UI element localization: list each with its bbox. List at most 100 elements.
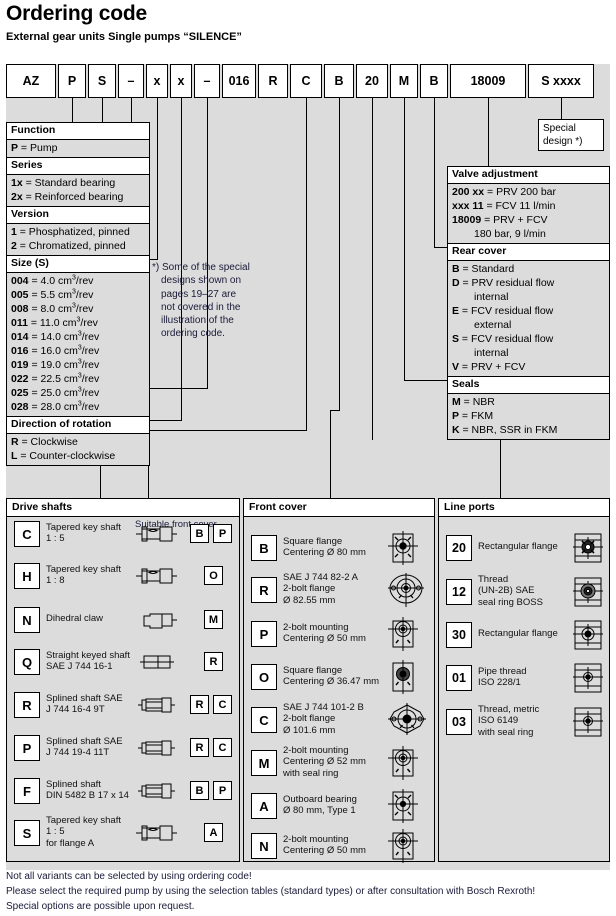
front-cover-code-C[interactable]: C xyxy=(251,707,277,733)
drive-shaft-desc-line: SAE J 744 16-1 xyxy=(46,661,113,672)
line-port-desc-20: Rectangular flange xyxy=(478,541,570,553)
suitable-cover-P[interactable]: P xyxy=(213,524,232,543)
front-cover-code-O[interactable]: O xyxy=(251,664,277,690)
line-port-desc-line: ISO 228/1 xyxy=(478,677,521,688)
panel-header-line-ports: Line ports xyxy=(439,499,609,517)
suitable-cover-R[interactable]: R xyxy=(204,652,223,671)
legend-row: P = Pump xyxy=(11,142,58,154)
front-cover-code-A[interactable]: A xyxy=(251,793,277,819)
splined-shaft-icon xyxy=(136,780,178,807)
front-cover-desc-line: Square flange xyxy=(283,664,343,676)
panel-header-front-cover: Front cover xyxy=(244,499,434,517)
drive-shaft-code-F[interactable]: F xyxy=(14,778,40,804)
suitable-cover-A[interactable]: A xyxy=(204,823,223,842)
drive-shaft-code-H[interactable]: H xyxy=(14,563,40,589)
suitable-cover-B[interactable]: B xyxy=(190,524,209,543)
drive-shaft-desc-line: DIN 5482 B 17 x 14 xyxy=(46,790,129,801)
code-box-1[interactable]: P xyxy=(58,64,86,98)
suitable-cover-B[interactable]: B xyxy=(190,781,209,800)
legend-body-direction-of-rotation: R = Clockwise L = Counter-clockwise xyxy=(7,434,149,465)
code-box-4[interactable]: x xyxy=(146,64,168,98)
front-cover-desc-line: Outboard bearing xyxy=(283,793,357,805)
drive-shaft-desc-Q: Straight keyed shaft SAE J 744 16-1 xyxy=(46,650,130,673)
line-port-code-12[interactable]: 12 xyxy=(446,579,472,605)
drive-shaft-code-C[interactable]: C xyxy=(14,521,40,547)
two-bolt-flange-icon xyxy=(388,573,424,612)
code-box-3[interactable]: – xyxy=(118,64,144,98)
splined-shaft-icon xyxy=(136,694,178,721)
rect-flange-target-icon xyxy=(573,619,603,656)
line-port-code-01[interactable]: 01 xyxy=(446,665,472,691)
drive-shaft-desc-line: for flange A xyxy=(46,837,95,849)
code-box-12[interactable]: M xyxy=(390,64,418,98)
suitable-cover-C[interactable]: C xyxy=(213,738,232,757)
drive-shaft-desc-R: Splined shaft SAE J 744 16-4 9T xyxy=(46,693,130,716)
front-cover-code-R[interactable]: R xyxy=(251,577,277,603)
footnote-text: *) Some of the special designs shown on pa… xyxy=(152,261,270,341)
front-cover-code-N[interactable]: N xyxy=(251,833,277,859)
legend-row: 2 = Chromatized, pinned xyxy=(11,240,126,252)
suitable-cover-C[interactable]: C xyxy=(213,695,232,714)
suitable-cover-P[interactable]: P xyxy=(213,781,232,800)
front-cover-code-P[interactable]: P xyxy=(251,621,277,647)
code-box-0[interactable]: AZ xyxy=(6,64,56,98)
code-box-8[interactable]: R xyxy=(258,64,288,98)
legend-row: L = Counter-clockwise xyxy=(11,450,116,462)
suitable-cover-R[interactable]: R xyxy=(190,738,209,757)
footer-line: Not all variants can be selected by usin… xyxy=(6,871,252,882)
outboard-bearing-icon xyxy=(388,789,418,828)
suitable-cover-M[interactable]: M xyxy=(204,610,223,629)
footnote-line: not covered in the xyxy=(161,301,241,313)
line-port-code-30[interactable]: 30 xyxy=(446,622,472,648)
code-box-15[interactable]: S xxxx xyxy=(528,64,594,98)
drive-shaft-code-R[interactable]: R xyxy=(14,692,40,718)
front-cover-desc-P: 2-bolt mounting Centering Ø 50 mm xyxy=(283,622,383,645)
special-design-line1: Special xyxy=(543,123,576,134)
legend-row: K = NBR, SSR in FKM xyxy=(452,424,558,436)
code-box-9[interactable]: C xyxy=(290,64,322,98)
code-box-2[interactable]: S xyxy=(88,64,116,98)
leader-line xyxy=(181,98,182,420)
front-cover-code-B[interactable]: B xyxy=(251,535,277,561)
front-cover-desc-line: 2-bolt flange xyxy=(283,713,336,725)
line-port-desc-line: with seal ring xyxy=(478,726,534,738)
drive-shaft-desc-line: 1 : 5 xyxy=(46,533,65,544)
drive-shaft-desc-H: Tapered key shaft 1 : 8 xyxy=(46,564,130,587)
front-cover-desc-line: Ø 80 mm, Type 1 xyxy=(283,805,356,816)
line-port-desc-01: Pipe thread ISO 228/1 xyxy=(478,666,570,689)
code-box-7[interactable]: 016 xyxy=(222,64,256,98)
legend-body-version: 1 = Phosphatized, pinned 2 = Chromatized,… xyxy=(7,224,149,255)
leader-line xyxy=(157,98,158,259)
code-box-13[interactable]: B xyxy=(420,64,448,98)
code-box-14[interactable]: 18009 xyxy=(450,64,526,98)
drive-shaft-code-P[interactable]: P xyxy=(14,735,40,761)
rect-flange-dot-icon xyxy=(573,706,603,743)
front-cover-desc-line: Centering Ø 36.47 mm xyxy=(283,676,380,687)
code-box-11[interactable]: 20 xyxy=(356,64,388,98)
legend-seals: Seals M = NBR P = FKM K = NBR, SSR in FKM xyxy=(447,376,610,440)
front-cover-code-M[interactable]: M xyxy=(251,750,277,776)
drive-shaft-code-Q[interactable]: Q xyxy=(14,649,40,675)
front-cover-desc-A: Outboard bearing Ø 80 mm, Type 1 xyxy=(283,794,383,817)
legend-row: 016 = 16.0 cm3/rev xyxy=(11,344,100,358)
suitable-cover-O[interactable]: O xyxy=(204,566,223,585)
front-cover-desc-M: 2-bolt mounting Centering Ø 52 mm with sea… xyxy=(283,745,383,780)
line-port-code-20[interactable]: 20 xyxy=(446,535,472,561)
code-box-5[interactable]: x xyxy=(170,64,192,98)
line-port-code-03[interactable]: 03 xyxy=(446,709,472,735)
drive-shaft-desc-line: 1 : 5 xyxy=(46,826,65,838)
legend-row: D = PRV residual flow xyxy=(452,277,555,289)
legend-row: V = PRV + FCV xyxy=(452,361,526,373)
tapered-key-shaft-icon xyxy=(136,565,178,592)
drive-shaft-code-N[interactable]: N xyxy=(14,607,40,633)
legend-row: 2x = Reinforced bearing xyxy=(11,191,124,203)
drive-shaft-code-S[interactable]: S xyxy=(14,820,40,846)
legend-row: 200 xx = PRV 200 bar xyxy=(452,186,557,198)
suitable-cover-R[interactable]: R xyxy=(190,695,209,714)
line-port-desc-03: Thread, metric ISO 6149 with seal ring xyxy=(478,704,570,739)
code-box-10[interactable]: B xyxy=(324,64,354,98)
line-port-desc-30: Rectangular flange xyxy=(478,628,570,640)
code-box-6[interactable]: – xyxy=(194,64,220,98)
front-cover-desc-B: Square flange Centering Ø 80 mm xyxy=(283,536,383,559)
legend-body-function: P = Pump xyxy=(7,140,149,157)
